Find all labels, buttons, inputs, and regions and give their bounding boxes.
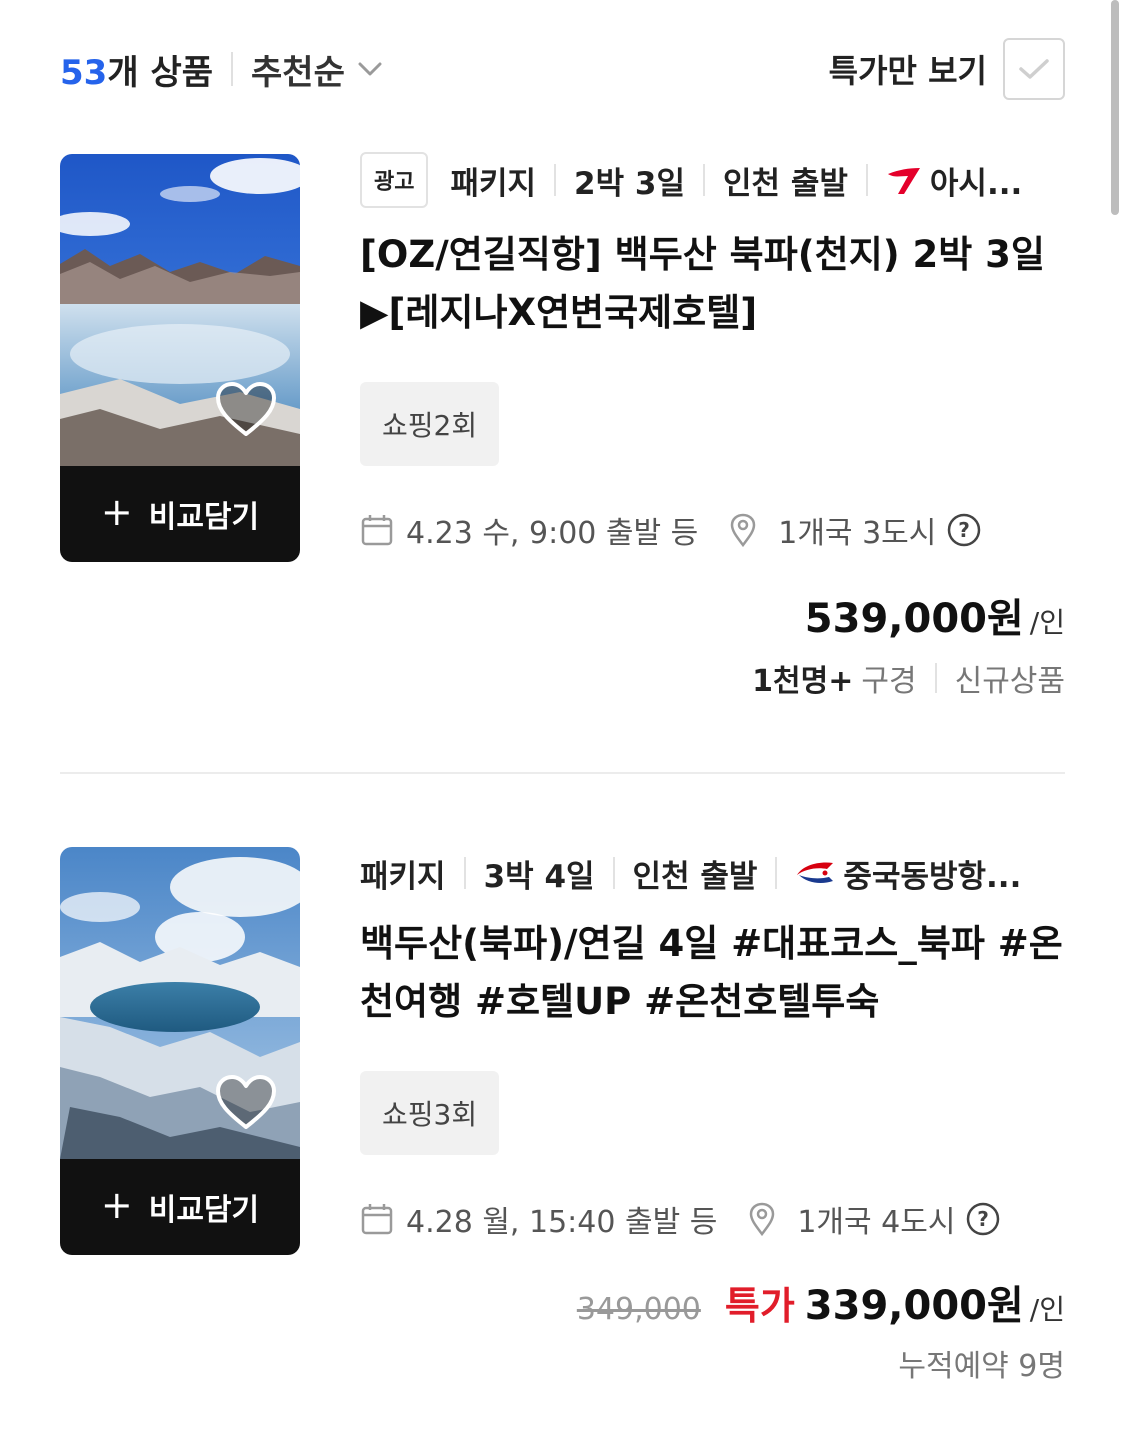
location-pin-icon	[750, 1202, 775, 1237]
product-departure: 인천 출발	[632, 858, 758, 895]
product-duration: 3박 4일	[483, 858, 595, 895]
view-label: 구경	[861, 664, 917, 699]
sort-label: 추천순	[251, 52, 345, 93]
departure-date: 4.23 수, 9:00 출발 등	[406, 516, 699, 551]
schedule-row: 4.23 수, 9:00 출발 등 1개국 3도시 ?	[360, 508, 1065, 552]
list-header: 53개 상품 추천순 특가만 보기	[60, 38, 1065, 100]
per-person: /인	[1029, 606, 1065, 639]
product-title[interactable]: [OZ/연길직항] 백두산 북파(천지) 2박 3일 ▶[레지나X연변국제호텔]	[360, 226, 1065, 342]
help-icon[interactable]: ?	[946, 512, 982, 548]
special-label: 특가	[724, 1284, 795, 1328]
product-thumbnail[interactable]: + 비교담기	[60, 154, 300, 562]
view-count: 1천명+	[752, 664, 854, 699]
departure-date: 4.28 월, 15:40 출발 등	[406, 1205, 718, 1240]
product-info: 패키지 3박 4일 인천 출발 중국동방항... 백두산(북파)/연길 4일 #…	[360, 847, 1065, 1384]
plus-icon: +	[100, 490, 133, 534]
product-meta: 패키지 3박 4일 인천 출발 중국동방항...	[360, 847, 1065, 899]
location-text: 1개국 3도시	[778, 516, 937, 551]
price-row: 349,000 특가 339,000원 /인	[577, 1273, 1065, 1331]
svg-text:?: ?	[959, 518, 971, 542]
calendar-icon	[361, 515, 393, 546]
product-thumbnail[interactable]: + 비교담기	[60, 847, 300, 1255]
airline-name: 중국동방항...	[843, 858, 1022, 895]
special-only-checkbox[interactable]	[1003, 38, 1065, 100]
product-info: 광고 패키지 2박 3일 인천 출발 아시... [OZ/연길직항] 백두산 북…	[360, 152, 1065, 699]
product-departure: 인천 출발	[723, 165, 848, 202]
product-count: 53개 상품	[60, 52, 214, 93]
product-type: 패키지	[450, 165, 537, 202]
product-card[interactable]: + 비교담기 패키지 3박 4일 인천 출발 중국동방항... 백두산(북파)/…	[60, 847, 1065, 1387]
filter-label: 특가만 보기	[828, 52, 987, 90]
original-price: 349,000	[576, 1292, 701, 1327]
product-title[interactable]: 백두산(북파)/연길 4일 #대표코스_북파 #온천여행 #호텔UP #온천호텔…	[360, 915, 1065, 1031]
china-eastern-logo-icon	[797, 862, 834, 883]
svg-text:?: ?	[978, 1207, 990, 1231]
heart-icon[interactable]	[214, 1073, 278, 1133]
plus-icon: +	[100, 1183, 133, 1227]
booking-count: 누적예약 9명	[898, 1349, 1065, 1384]
asiana-logo-icon	[887, 168, 920, 194]
scrollbar[interactable]	[1111, 0, 1119, 215]
per-person: /인	[1029, 1293, 1065, 1326]
compare-button[interactable]: + 비교담기	[60, 1159, 300, 1255]
compare-button[interactable]: + 비교담기	[60, 466, 300, 562]
airline: 아시...	[886, 158, 1022, 203]
divider	[231, 52, 234, 86]
ad-badge: 광고	[360, 152, 429, 208]
compare-label: 비교담기	[148, 1193, 260, 1228]
airline: 중국동방항...	[795, 851, 1021, 896]
help-icon[interactable]: ?	[965, 1201, 1001, 1237]
product-card[interactable]: + 비교담기 광고 패키지 2박 3일 인천 출발 아시... [OZ/연길직항…	[60, 152, 1065, 714]
airline-name: 아시...	[929, 165, 1023, 202]
schedule-row: 4.28 월, 15:40 출발 등 1개국 4도시 ?	[360, 1197, 1065, 1241]
shopping-tag: 쇼핑2회	[360, 382, 500, 466]
heart-icon[interactable]	[214, 380, 278, 440]
shopping-tag: 쇼핑3회	[360, 1071, 500, 1155]
compare-label: 비교담기	[148, 500, 260, 535]
location-pin-icon	[730, 513, 756, 548]
calendar-icon	[361, 1204, 393, 1235]
sort-dropdown[interactable]: 추천순	[251, 45, 383, 94]
location-text: 1개국 4도시	[797, 1205, 956, 1240]
product-meta: 광고 패키지 2박 3일 인천 출발 아시...	[360, 152, 1065, 208]
product-type: 패키지	[360, 858, 446, 895]
stats-row: 누적예약 9명	[898, 1341, 1065, 1385]
stats-row: 1천명+ 구경 신규상품	[752, 656, 1065, 700]
price: 339,000원	[804, 1283, 1024, 1329]
new-product-badge: 신규상품	[954, 664, 1065, 699]
product-duration: 2박 3일	[574, 165, 686, 202]
chevron-down-icon	[358, 62, 382, 76]
price-row: 539,000원 /인	[805, 586, 1065, 644]
price: 539,000원	[804, 596, 1024, 642]
check-icon	[1019, 59, 1049, 79]
divider	[60, 772, 1065, 774]
special-only-filter[interactable]: 특가만 보기	[829, 38, 1065, 100]
